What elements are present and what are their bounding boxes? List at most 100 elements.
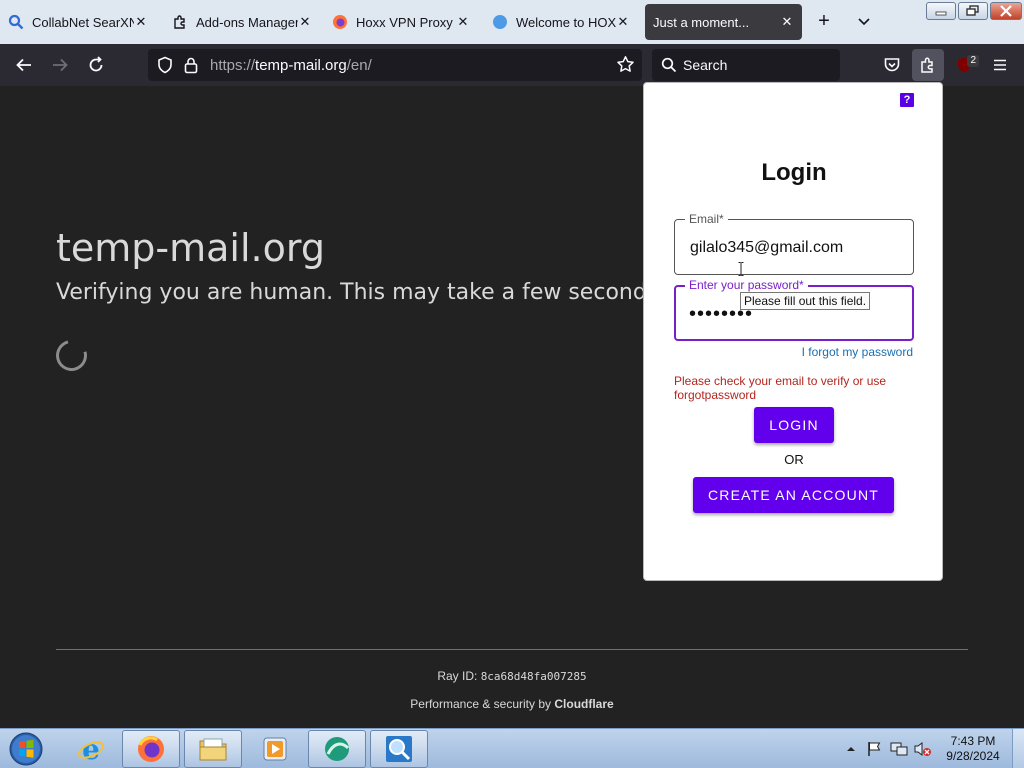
close-icon[interactable]: ✕ — [616, 15, 630, 29]
search-icon — [661, 57, 677, 78]
action-center-flag-icon[interactable] — [866, 741, 882, 757]
tab-title: Welcome to HOXX — [516, 14, 616, 30]
windows-logo-icon — [9, 732, 43, 766]
cloudflare-link[interactable]: Cloudflare — [554, 697, 613, 711]
clock-date: 9/28/2024 — [946, 749, 1000, 763]
help-icon[interactable]: ? — [900, 93, 914, 107]
error-message: Please check your email to verify or use… — [674, 374, 887, 402]
site-title: temp-mail.org — [56, 226, 325, 270]
puzzle-icon — [921, 57, 933, 73]
pocket-icon — [884, 58, 900, 72]
chevron-down-icon — [858, 18, 870, 26]
ublock-extension-button[interactable]: 2 — [951, 53, 979, 77]
extension-badge: 2 — [967, 55, 979, 67]
url-text: https://temp-mail.org/en/ — [210, 57, 372, 74]
system-clock[interactable]: 7:43 PM 9/28/2024 — [938, 734, 1008, 764]
url-bar[interactable]: https://temp-mail.org/en/ — [148, 49, 642, 81]
firefox-icon — [332, 14, 348, 30]
ray-id-value: 8ca68d48fa007285 — [480, 670, 587, 683]
start-button[interactable] — [6, 731, 46, 767]
restore-icon — [966, 5, 979, 16]
media-player-icon — [263, 737, 287, 761]
extension-login-popup: ? Login Email* gilalo345@gmail.com Enter… — [643, 82, 943, 581]
show-desktop-button[interactable] — [1012, 729, 1024, 768]
internet-explorer-icon: e — [77, 734, 105, 764]
extensions-button[interactable] — [912, 49, 944, 81]
volume-muted-icon[interactable] — [914, 741, 931, 757]
close-icon[interactable]: ✕ — [134, 15, 148, 29]
new-tab-button[interactable]: + — [812, 10, 836, 34]
forward-button[interactable] — [47, 53, 73, 77]
taskbar-firefox[interactable] — [122, 730, 180, 768]
shield-icon[interactable] — [156, 56, 174, 79]
back-button[interactable] — [11, 53, 37, 77]
tab-title: Add-ons Manager — [196, 14, 298, 30]
search-icon — [8, 14, 24, 30]
tab-add-ons-manager[interactable]: Add-ons Manager ✕ — [164, 4, 320, 40]
loading-spinner-icon — [50, 334, 93, 377]
ray-id: Ray ID: 8ca68d48fa007285 — [0, 669, 1024, 683]
clock-time: 7:43 PM — [950, 734, 996, 748]
reload-button[interactable] — [83, 53, 109, 77]
validation-tooltip: Please fill out this field. — [740, 292, 871, 310]
minimize-button[interactable] — [926, 2, 956, 20]
taskbar-media-player[interactable] — [246, 730, 304, 768]
email-input[interactable]: gilalo345@gmail.com — [690, 239, 843, 257]
password-label: Enter your password* — [685, 278, 808, 292]
magnifier-app-icon — [386, 736, 412, 762]
menu-button[interactable] — [987, 53, 1013, 77]
login-button[interactable]: LOGIN — [754, 407, 834, 443]
footer-divider — [56, 649, 968, 650]
restore-button[interactable] — [958, 2, 988, 20]
show-hidden-icons-icon[interactable] — [845, 741, 861, 757]
close-icon — [1000, 5, 1012, 17]
network-icon[interactable] — [890, 741, 908, 757]
tab-strip: CollabNet SearXNG ✕ Add-ons Manager ✕ Ho… — [0, 0, 1024, 44]
puzzle-icon — [172, 14, 188, 30]
email-field[interactable]: Email* gilalo345@gmail.com — [674, 212, 914, 275]
minimize-icon — [935, 11, 947, 16]
performance-credit-text: Performance & security by — [410, 697, 555, 711]
tab-title: Hoxx VPN Proxy – G — [356, 14, 456, 30]
tab-welcome-to-hoxx[interactable]: Welcome to HOXX ✕ — [484, 4, 638, 40]
url-host: temp-mail.org — [255, 57, 347, 74]
close-icon[interactable]: ✕ — [456, 15, 470, 29]
login-title: Login — [761, 159, 827, 186]
windows-taskbar: e 7:43 PM 9/28/2024 — [0, 728, 1024, 768]
verification-message: Verifying you are human. This may take a… — [56, 280, 666, 305]
navigation-toolbar: https://temp-mail.org/en/ Search 2 — [0, 44, 1024, 86]
url-scheme: https:// — [210, 57, 256, 74]
taskbar-search-app[interactable] — [370, 730, 428, 768]
globe-icon — [492, 14, 508, 30]
taskbar-file-explorer[interactable] — [184, 730, 242, 768]
close-icon[interactable]: ✕ — [780, 15, 794, 29]
svg-text:e: e — [82, 734, 100, 764]
ray-id-label: Ray ID: — [437, 669, 481, 683]
tab-title: Just a moment... — [653, 14, 750, 30]
taskbar-green-app[interactable] — [308, 730, 366, 768]
arrow-left-icon — [16, 58, 31, 72]
text-cursor-icon — [738, 262, 744, 276]
close-window-button[interactable] — [990, 2, 1022, 20]
url-path: /en/ — [346, 57, 372, 74]
search-input[interactable]: Search — [683, 57, 727, 73]
pocket-button[interactable] — [879, 53, 905, 77]
forgot-password-link[interactable]: I forgot my password — [802, 345, 913, 359]
tab-hoxx-vpn-proxy[interactable]: Hoxx VPN Proxy – G ✕ — [324, 4, 478, 40]
tab-title: CollabNet SearXNG — [32, 14, 134, 30]
arrow-right-icon — [53, 58, 68, 72]
tab-just-a-moment[interactable]: Just a moment... ✕ — [645, 4, 802, 40]
taskbar-internet-explorer[interactable]: e — [62, 730, 120, 768]
list-all-tabs-button[interactable] — [852, 10, 876, 34]
lock-icon[interactable] — [183, 56, 199, 79]
green-app-icon — [325, 737, 350, 761]
reload-icon — [89, 56, 103, 72]
firefox-icon — [138, 736, 164, 762]
tab-collabnet-searxng[interactable]: CollabNet SearXNG ✕ — [0, 4, 156, 40]
bookmark-star-icon[interactable] — [616, 55, 635, 79]
or-separator: OR — [784, 452, 804, 467]
hamburger-menu-icon — [994, 59, 1006, 71]
close-icon[interactable]: ✕ — [298, 15, 312, 29]
search-bar[interactable]: Search — [652, 49, 840, 81]
create-account-button[interactable]: CREATE AN ACCOUNT — [693, 477, 894, 513]
